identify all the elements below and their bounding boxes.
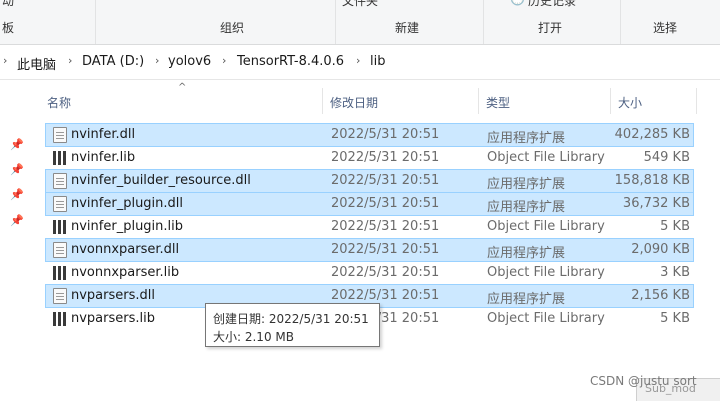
file-name: nvparsers.dll: [71, 288, 155, 303]
file-row-nvinfer-builder-resource-dll[interactable]: nvinfer_builder_resource.dll 2022/5/31 2…: [45, 169, 694, 193]
ribbon-group-new: 新建: [395, 21, 420, 35]
column-divider[interactable]: [322, 88, 323, 114]
tooltip-created-date: 创建日期: 2022/5/31 20:51: [213, 312, 369, 326]
dll-file-icon: [53, 173, 67, 189]
column-divider[interactable]: [610, 88, 611, 114]
file-type: Object File Library: [487, 150, 605, 165]
file-row-nvonnxparser-dll[interactable]: nvonnxparser.dll 2022/5/31 20:51 应用程序扩展 …: [45, 238, 694, 262]
column-header: ^ 名称 修改日期 类型 大小: [40, 82, 697, 116]
pin-icon[interactable]: 📌: [10, 138, 24, 151]
ribbon-group-select: 选择: [653, 21, 678, 35]
column-divider[interactable]: [696, 88, 697, 114]
file-size: 402,285 KB: [614, 127, 690, 142]
file-name: nvinfer_plugin.dll: [71, 196, 184, 211]
dll-file-icon: [53, 242, 67, 258]
file-modified: 2022/5/31 20:51: [331, 127, 440, 142]
ribbon-separator: [483, 0, 484, 44]
dll-file-icon: [53, 288, 67, 304]
breadcrumb-tensorrt[interactable]: TensorRT-8.4.0.6: [237, 54, 344, 69]
pin-icon[interactable]: 📌: [10, 214, 24, 227]
breadcrumb-yolov6[interactable]: yolov6: [168, 54, 211, 69]
file-type: 应用程序扩展: [487, 292, 566, 307]
column-modified[interactable]: 修改日期: [330, 94, 378, 111]
file-name: nvinfer.lib: [71, 150, 136, 165]
file-name: nvinfer.dll: [71, 127, 136, 142]
file-type: Object File Library: [487, 311, 605, 326]
ribbon-clipped-label[interactable]: 文件夹: [342, 0, 378, 9]
dll-file-icon: [53, 196, 67, 212]
dll-file-icon: [53, 127, 67, 143]
lib-file-icon: [53, 312, 69, 326]
chevron-right-icon[interactable]: ›: [68, 54, 72, 67]
column-divider[interactable]: [478, 88, 479, 114]
lib-file-icon: [53, 220, 69, 234]
file-modified: 2022/5/31 20:51: [331, 265, 440, 280]
ribbon: 动 板 组织 文件夹 新建 🕘 历史记录 打开 选择: [0, 0, 720, 45]
file-type: 应用程序扩展: [487, 131, 566, 146]
lib-file-icon: [53, 266, 69, 280]
file-row-nvinfer-plugin-lib[interactable]: nvinfer_plugin.lib 2022/5/31 20:51 Objec…: [45, 215, 694, 239]
file-name: nvonnxparser.dll: [71, 242, 180, 257]
chevron-right-icon[interactable]: ›: [222, 54, 226, 67]
file-size: 36,732 KB: [622, 196, 690, 211]
file-row-nvinfer-lib[interactable]: nvinfer.lib 2022/5/31 20:51 Object File …: [45, 146, 694, 170]
ribbon-separator: [95, 0, 96, 44]
ribbon-history-label[interactable]: 历史记录: [528, 0, 576, 9]
file-size: 5 KB: [660, 311, 690, 326]
file-row-nvonnxparser-lib[interactable]: nvonnxparser.lib 2022/5/31 20:51 Object …: [45, 261, 694, 285]
file-row-nvinfer-plugin-dll[interactable]: nvinfer_plugin.dll 2022/5/31 20:51 应用程序扩…: [45, 192, 694, 216]
file-size: 2,090 KB: [631, 242, 690, 257]
file-type: 应用程序扩展: [487, 246, 566, 261]
ribbon-clipped-label: 板: [2, 21, 15, 35]
ribbon-group-open: 打开: [538, 21, 563, 35]
pin-icon[interactable]: 📌: [10, 188, 24, 201]
watermark: CSDN @justu sort: [590, 374, 697, 388]
file-size: 5 KB: [660, 219, 690, 234]
file-type: Object File Library: [487, 265, 605, 280]
file-type: 应用程序扩展: [487, 177, 566, 192]
file-modified: 2022/5/31 20:51: [331, 150, 440, 165]
column-type[interactable]: 类型: [486, 94, 510, 111]
breadcrumb-this-pc[interactable]: 此电脑: [17, 54, 56, 73]
file-row-nvinfer-dll[interactable]: nvinfer.dll 2022/5/31 20:51 应用程序扩展 402,2…: [45, 123, 694, 147]
ribbon-separator: [335, 0, 336, 44]
column-size[interactable]: 大小: [618, 94, 642, 111]
ribbon-separator: [620, 0, 621, 44]
file-name: nvonnxparser.lib: [71, 265, 180, 280]
chevron-right-icon[interactable]: ›: [155, 54, 159, 67]
history-icon[interactable]: 🕘: [510, 0, 525, 6]
sort-ascending-icon: ^: [178, 82, 187, 93]
column-name[interactable]: 名称: [47, 94, 71, 111]
file-modified: 2022/5/31 20:51: [331, 242, 440, 257]
breadcrumb-lib[interactable]: lib: [370, 54, 385, 69]
ribbon-group-organize: 组织: [220, 21, 245, 35]
address-bar[interactable]: › 此电脑 › DATA (D:) › yolov6 › TensorRT-8.…: [0, 48, 720, 78]
file-size: 158,818 KB: [614, 173, 690, 188]
file-name: nvparsers.lib: [71, 311, 155, 326]
pin-icon[interactable]: 📌: [10, 163, 24, 176]
file-modified: 2022/5/31 20:51: [331, 288, 440, 303]
address-divider: [0, 79, 720, 80]
lib-file-icon: [53, 151, 69, 165]
file-modified: 2022/5/31 20:51: [331, 173, 440, 188]
file-modified: 2022/5/31 20:51: [331, 219, 440, 234]
file-size: 549 KB: [643, 150, 690, 165]
file-size: 2,156 KB: [631, 288, 690, 303]
file-modified: 2022/5/31 20:51: [331, 196, 440, 211]
file-name: nvinfer_builder_resource.dll: [71, 173, 251, 188]
ribbon-clipped-label: 动: [2, 0, 15, 8]
file-type: Object File Library: [487, 219, 605, 234]
breadcrumb-data-drive[interactable]: DATA (D:): [82, 54, 144, 69]
file-size: 3 KB: [660, 265, 690, 280]
chevron-right-icon[interactable]: ›: [3, 54, 7, 67]
chevron-right-icon[interactable]: ›: [356, 54, 360, 67]
file-name: nvinfer_plugin.lib: [71, 219, 184, 234]
file-tooltip: 创建日期: 2022/5/31 20:51 大小: 2.10 MB: [205, 303, 380, 347]
tooltip-size: 大小: 2.10 MB: [213, 330, 294, 344]
file-type: 应用程序扩展: [487, 200, 566, 215]
